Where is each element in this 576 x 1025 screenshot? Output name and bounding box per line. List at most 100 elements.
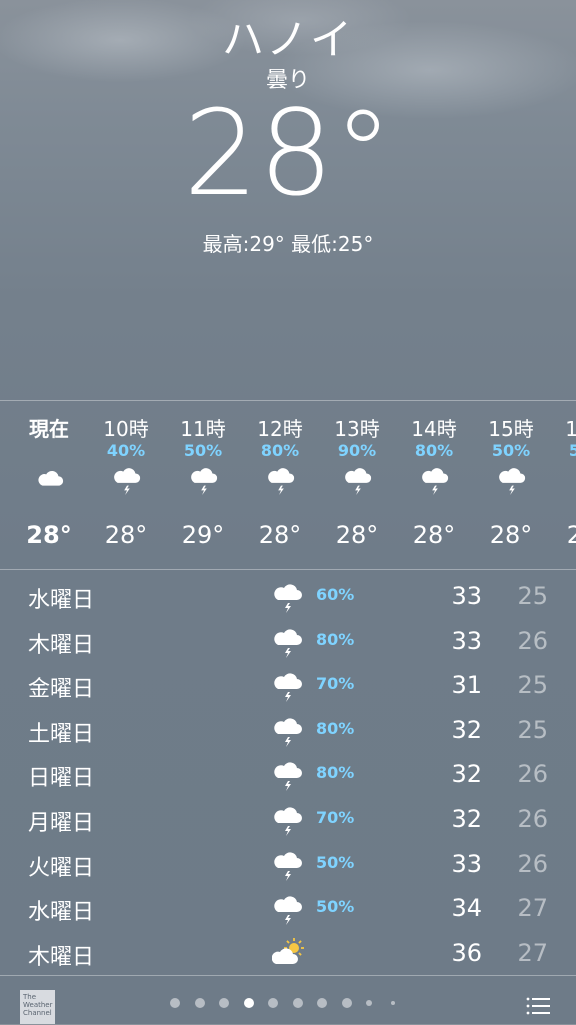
- city-name: ハノイ: [221, 15, 354, 64]
- precipitation-chance: 70%: [316, 674, 355, 694]
- daily-row: 水曜日 60% 33 25: [0, 574, 576, 619]
- precipitation-chance: 50%: [316, 897, 355, 917]
- hour-temperature: 28°: [489, 521, 533, 549]
- precipitation-chance: 80%: [414, 441, 454, 460]
- logo-text: The Weather Channel: [23, 993, 53, 1017]
- thunderstorm-icon: [189, 465, 219, 495]
- hourly-item: 15時 50% 28°: [472, 401, 550, 569]
- partly-cloudy-day-icon: [271, 937, 304, 970]
- bottom-toolbar: The Weather Channel: [0, 975, 576, 1025]
- thunderstorm-icon: [272, 849, 304, 881]
- hour-temperature: 28°: [258, 521, 302, 549]
- day-name: 金曜日: [28, 677, 95, 703]
- precipitation-chance: 80%: [316, 629, 355, 649]
- daily-row: 木曜日 80% 33 26: [0, 619, 576, 664]
- hour-label: 現在: [29, 417, 69, 441]
- daily-row: 土曜日 80% 32 25: [0, 708, 576, 753]
- page-dot[interactable]: [170, 998, 180, 1008]
- daily-row: 水曜日 50% 34 27: [0, 886, 576, 931]
- low-temperature: 25: [517, 715, 548, 744]
- thunderstorm-icon: [266, 465, 296, 495]
- hour-label: 11時: [180, 417, 226, 441]
- precipitation-chance: 50%: [316, 852, 355, 872]
- precipitation-chance: 60%: [316, 585, 355, 604]
- low-temperature: 25: [517, 582, 548, 610]
- thunderstorm-icon: [272, 804, 304, 836]
- hourly-item: 13時 90% 28°: [318, 401, 396, 569]
- low-temperature: 25: [517, 671, 548, 700]
- page-dot[interactable]: [390, 1001, 395, 1005]
- cloud-icon: [35, 465, 65, 495]
- list-icon[interactable]: [526, 996, 550, 1016]
- precipitation-chance: 70%: [316, 807, 355, 827]
- day-name: 水曜日: [28, 588, 95, 613]
- page-dot[interactable]: [243, 998, 254, 1008]
- high-temperature: 34: [451, 894, 482, 923]
- hour-label: 12時: [257, 417, 303, 441]
- hour-temperature: 28°: [104, 521, 148, 549]
- high-temperature: 32: [451, 804, 482, 833]
- high-temperature: 33: [451, 849, 482, 878]
- day-name: 水曜日: [28, 900, 95, 926]
- high-temperature: 32: [451, 760, 482, 789]
- hour-temperature: 29°: [181, 521, 225, 549]
- hour-label: 10時: [103, 417, 149, 441]
- high-low-temperature: 最高:29° 最低:25°: [202, 232, 374, 256]
- hourly-item: 現在 28°: [10, 401, 88, 569]
- page-dot[interactable]: [317, 998, 327, 1008]
- hourly-item: 10時 40% 28°: [87, 401, 165, 569]
- high-temperature: 31: [451, 671, 482, 700]
- hourly-item: 11時 50% 29°: [164, 401, 242, 569]
- low-temperature: 26: [517, 804, 548, 833]
- hour-label: 13時: [334, 417, 380, 441]
- thunderstorm-icon: [272, 581, 304, 613]
- precipitation-chance: 90%: [337, 441, 377, 460]
- day-name: 木曜日: [28, 632, 95, 658]
- page-dot[interactable]: [366, 1000, 372, 1006]
- thunderstorm-icon: [272, 759, 304, 792]
- precipitation-chance: 80%: [260, 441, 300, 460]
- hourly-item: 14時 80% 28°: [395, 401, 473, 569]
- hourly-forecast[interactable]: 現在 28° 10時 40% 28° 11時 50% 29° 12時 80% 28° 13時 90% 28…: [0, 400, 576, 570]
- page-dot[interactable]: [341, 998, 352, 1008]
- page-dot[interactable]: [219, 998, 229, 1008]
- hour-label: 14時: [411, 417, 457, 441]
- hour-temperature: 28°: [412, 521, 456, 549]
- low-temperature: 26: [517, 760, 548, 789]
- precipitation-chance: 80%: [316, 763, 355, 783]
- low-temperature: 27: [517, 894, 548, 923]
- daily-row: 木曜日 36 27: [0, 931, 576, 976]
- hourly-item: 16時50% 28°: [549, 401, 576, 569]
- precipitation-chance: 50%: [183, 441, 223, 460]
- thunderstorm-icon: [272, 893, 304, 926]
- low-temperature: 26: [517, 626, 548, 655]
- page-dot[interactable]: [194, 998, 205, 1008]
- precipitation-chance: 50%: [491, 441, 531, 460]
- daily-row: 日曜日 80% 32 26: [0, 752, 576, 797]
- thunderstorm-icon: [343, 465, 373, 495]
- page-dot[interactable]: [268, 998, 278, 1008]
- day-name: 日曜日: [28, 766, 95, 792]
- precipitation-chance: 40%: [106, 441, 146, 460]
- hour-label: 15時: [488, 417, 534, 441]
- daily-row: 月曜日 70% 32 26: [0, 797, 576, 842]
- high-temperature: 36: [451, 938, 482, 967]
- thunderstorm-icon: [112, 465, 142, 495]
- current-temperature: 28°: [183, 84, 393, 222]
- thunderstorm-icon: [272, 626, 304, 658]
- high-temperature: 33: [451, 582, 482, 610]
- thunderstorm-icon: [497, 465, 527, 495]
- day-name: 土曜日: [28, 721, 95, 747]
- day-name: 木曜日: [28, 944, 95, 970]
- thunderstorm-icon: [272, 670, 304, 703]
- thunderstorm-icon: [272, 715, 304, 747]
- precipitation-chance: 80%: [316, 718, 355, 738]
- high-temperature: 33: [451, 626, 482, 655]
- daily-forecast[interactable]: 水曜日 60% 33 25 木曜日 80% 33 26 金曜日 70% 31 25 土曜日 80% 32 25…: [0, 574, 576, 975]
- low-temperature: 27: [517, 938, 548, 967]
- weather-channel-logo[interactable]: The Weather Channel: [20, 990, 55, 1024]
- day-name: 月曜日: [28, 810, 95, 836]
- page-dot[interactable]: [292, 998, 303, 1008]
- low-temperature: 26: [517, 849, 548, 878]
- hour-temperature: 28°: [335, 521, 379, 549]
